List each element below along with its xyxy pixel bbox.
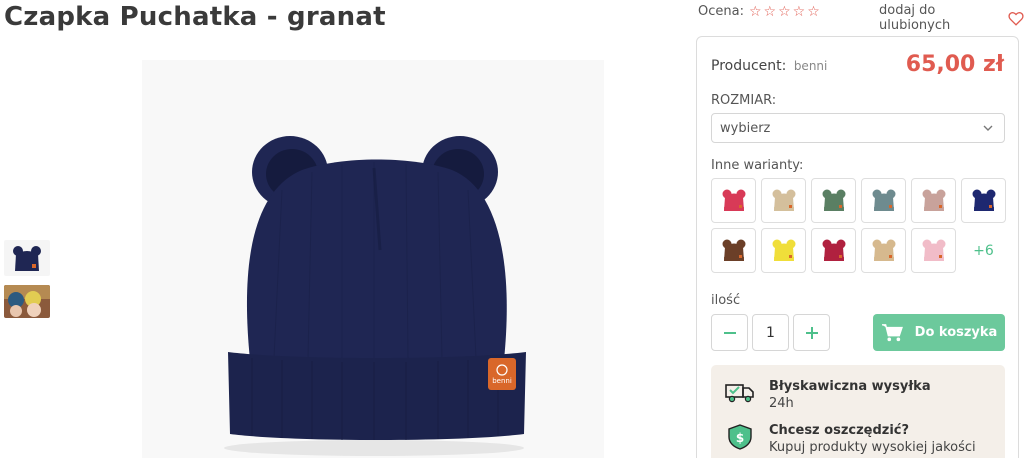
add-to-cart-label: Do koszyka xyxy=(914,325,998,340)
quantity-label: ilość xyxy=(711,293,741,308)
heart-icon xyxy=(1008,11,1024,26)
variant-dusty-pink[interactable] xyxy=(911,178,956,223)
variant-green[interactable] xyxy=(811,178,856,223)
size-select[interactable]: wybierz xyxy=(711,113,1005,143)
hat-thumbnail-icon xyxy=(772,239,795,261)
hat-thumbnail-icon xyxy=(772,189,795,211)
product-main-image[interactable]: benni xyxy=(142,60,604,458)
variant-yellow[interactable] xyxy=(761,228,806,273)
money-shield-icon: $ xyxy=(728,424,752,450)
variant-light-pink[interactable] xyxy=(911,228,956,273)
savings-info: $ Chcesz oszczędzić? Kupuj produkty wyso… xyxy=(725,423,976,455)
variant-raspberry[interactable] xyxy=(711,178,756,223)
star-icon[interactable]: ☆ xyxy=(749,5,762,19)
variants-label: Inne warianty: xyxy=(711,158,804,173)
hat-thumbnail-icon xyxy=(722,239,745,261)
variant-brown[interactable] xyxy=(711,228,756,273)
shipping-info: Błyskawiczna wysyłka 24h xyxy=(725,379,931,411)
purchase-panel: Producent: benni 65,00 zł ROZMIAR: wybie… xyxy=(696,36,1019,458)
decrease-quantity-button[interactable] xyxy=(711,314,748,351)
producer-label: Producent: xyxy=(711,58,787,74)
variant-beige[interactable] xyxy=(761,178,806,223)
increase-quantity-button[interactable] xyxy=(793,314,830,351)
star-icon[interactable]: ☆ xyxy=(793,5,806,19)
hat-thumbnail-icon xyxy=(872,239,895,261)
shipping-title: Błyskawiczna wysyłka xyxy=(769,379,931,394)
hat-thumbnail-icon xyxy=(972,189,995,211)
chevron-down-icon xyxy=(983,125,993,131)
variant-teal-grey[interactable] xyxy=(861,178,906,223)
product-title: Czapka Puchatka - granat xyxy=(4,2,386,32)
variant-burgundy[interactable] xyxy=(811,228,856,273)
favorites-label: dodaj do ulubionych xyxy=(879,3,951,33)
benefits-box: Błyskawiczna wysyłka 24h $ Chcesz oszczę… xyxy=(711,365,1005,458)
hat-thumbnail-icon xyxy=(822,189,845,211)
star-icon[interactable]: ☆ xyxy=(807,5,820,19)
hat-thumbnail-icon xyxy=(822,239,845,261)
thumbnail-2[interactable] xyxy=(4,285,50,318)
producer-name[interactable]: benni xyxy=(794,59,828,73)
hat-thumbnail-icon xyxy=(922,189,945,211)
shipping-sub: 24h xyxy=(769,396,794,411)
price: 65,00 zł xyxy=(905,52,1004,77)
rating: Ocena: ☆ ☆ ☆ ☆ ☆ xyxy=(698,4,820,19)
thumbnail-gallery xyxy=(4,240,50,318)
more-variants-link[interactable]: +6 xyxy=(961,228,1006,273)
quantity-input[interactable] xyxy=(752,314,789,351)
savings-title: Chcesz oszczędzić? xyxy=(769,423,910,438)
hat-thumbnail-icon xyxy=(872,189,895,211)
size-label: ROZMIAR: xyxy=(711,93,777,108)
savings-sub: Kupuj produkty wysokiej jakości xyxy=(769,440,976,455)
hat-thumbnail-icon xyxy=(922,239,945,261)
add-to-cart-button[interactable]: Do koszyka xyxy=(873,314,1005,351)
hat-thumbnail-icon xyxy=(722,189,745,211)
truck-icon xyxy=(725,384,754,403)
star-icon[interactable]: ☆ xyxy=(778,5,791,19)
svg-text:$: $ xyxy=(736,431,744,445)
quantity-stepper xyxy=(711,314,830,351)
minus-icon xyxy=(723,331,736,334)
cart-icon xyxy=(881,323,903,341)
variant-navy[interactable] xyxy=(961,178,1006,223)
star-icon[interactable]: ☆ xyxy=(764,5,777,19)
rating-label: Ocena: xyxy=(698,4,744,19)
svg-text:benni: benni xyxy=(492,377,512,385)
add-to-favorites-link[interactable]: dodaj do ulubionych xyxy=(879,3,1024,33)
variants-grid: +6 xyxy=(711,178,1006,273)
thumbnail-1[interactable] xyxy=(4,240,50,276)
producer: Producent: benni xyxy=(711,58,827,74)
plus-icon xyxy=(805,326,818,339)
rating-stars[interactable]: ☆ ☆ ☆ ☆ ☆ xyxy=(749,5,820,19)
variant-sand[interactable] xyxy=(861,228,906,273)
size-select-value: wybierz xyxy=(720,121,771,136)
